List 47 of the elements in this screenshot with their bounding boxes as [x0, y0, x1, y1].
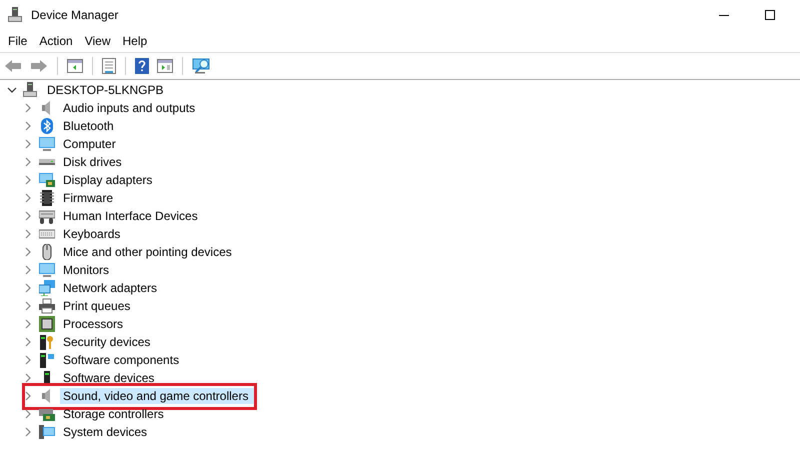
tree-item[interactable]: Monitors	[60, 262, 112, 278]
tree-item[interactable]: Audio inputs and outputs	[60, 100, 198, 116]
tree-item[interactable]: Print queues	[60, 298, 134, 314]
tree-item[interactable]: Network adapters	[60, 280, 160, 296]
keyboard-mouse-icon	[39, 208, 55, 224]
computer-icon	[23, 82, 39, 98]
computer-icon	[8, 7, 22, 23]
monitor-icon	[39, 136, 55, 152]
help-icon[interactable]	[133, 56, 151, 76]
tower-key-icon	[39, 334, 55, 350]
tree-item[interactable]: Keyboards	[60, 226, 124, 242]
panel-icon[interactable]	[65, 57, 85, 75]
menu-item[interactable]: View	[78, 32, 116, 50]
monitor-icon	[39, 262, 55, 278]
tree-item[interactable]: Sound, video and game controllers	[60, 388, 256, 404]
tree-item[interactable]: Display adapters	[60, 172, 156, 188]
tree-item[interactable]: Disk drives	[60, 154, 125, 170]
disk-drive-icon	[39, 159, 55, 165]
tree-item[interactable]: Processors	[60, 316, 126, 332]
maximize-icon[interactable]	[765, 10, 775, 20]
tree-item[interactable]: Computer	[60, 136, 119, 152]
tree-item[interactable]: Firmware	[60, 190, 116, 206]
tree-item[interactable]: Software components	[60, 352, 182, 368]
bluetooth-icon	[39, 118, 55, 134]
tree-item[interactable]: Security devices	[60, 334, 154, 350]
display-card-icon	[39, 172, 55, 188]
window-title: Device Manager	[31, 8, 118, 22]
menu-item[interactable]: Help	[116, 32, 154, 50]
processor-icon	[39, 316, 55, 332]
storage-card-icon	[39, 406, 55, 422]
tree-item[interactable]: Storage controllers	[60, 406, 167, 422]
computer-icon	[39, 424, 55, 440]
menu-item[interactable]: Action	[33, 32, 79, 50]
tree-item[interactable]: Mice and other pointing devices	[60, 244, 235, 260]
tree-item[interactable]: Human Interface Devices	[60, 208, 201, 224]
panel-icon[interactable]	[155, 57, 175, 75]
menu-item[interactable]: File	[2, 32, 34, 50]
chip-icon	[39, 190, 55, 206]
tree-item[interactable]: DESKTOP-5LKNGPB	[44, 82, 166, 98]
printer-icon	[39, 298, 55, 314]
minimize-icon[interactable]	[719, 14, 729, 16]
tower-icon	[39, 352, 55, 368]
tree-item[interactable]: System devices	[60, 424, 150, 440]
tree-item[interactable]: Software devices	[60, 370, 158, 386]
properties-icon[interactable]	[100, 56, 118, 76]
network-icon	[39, 280, 55, 296]
tree-item[interactable]: Bluetooth	[60, 118, 117, 134]
